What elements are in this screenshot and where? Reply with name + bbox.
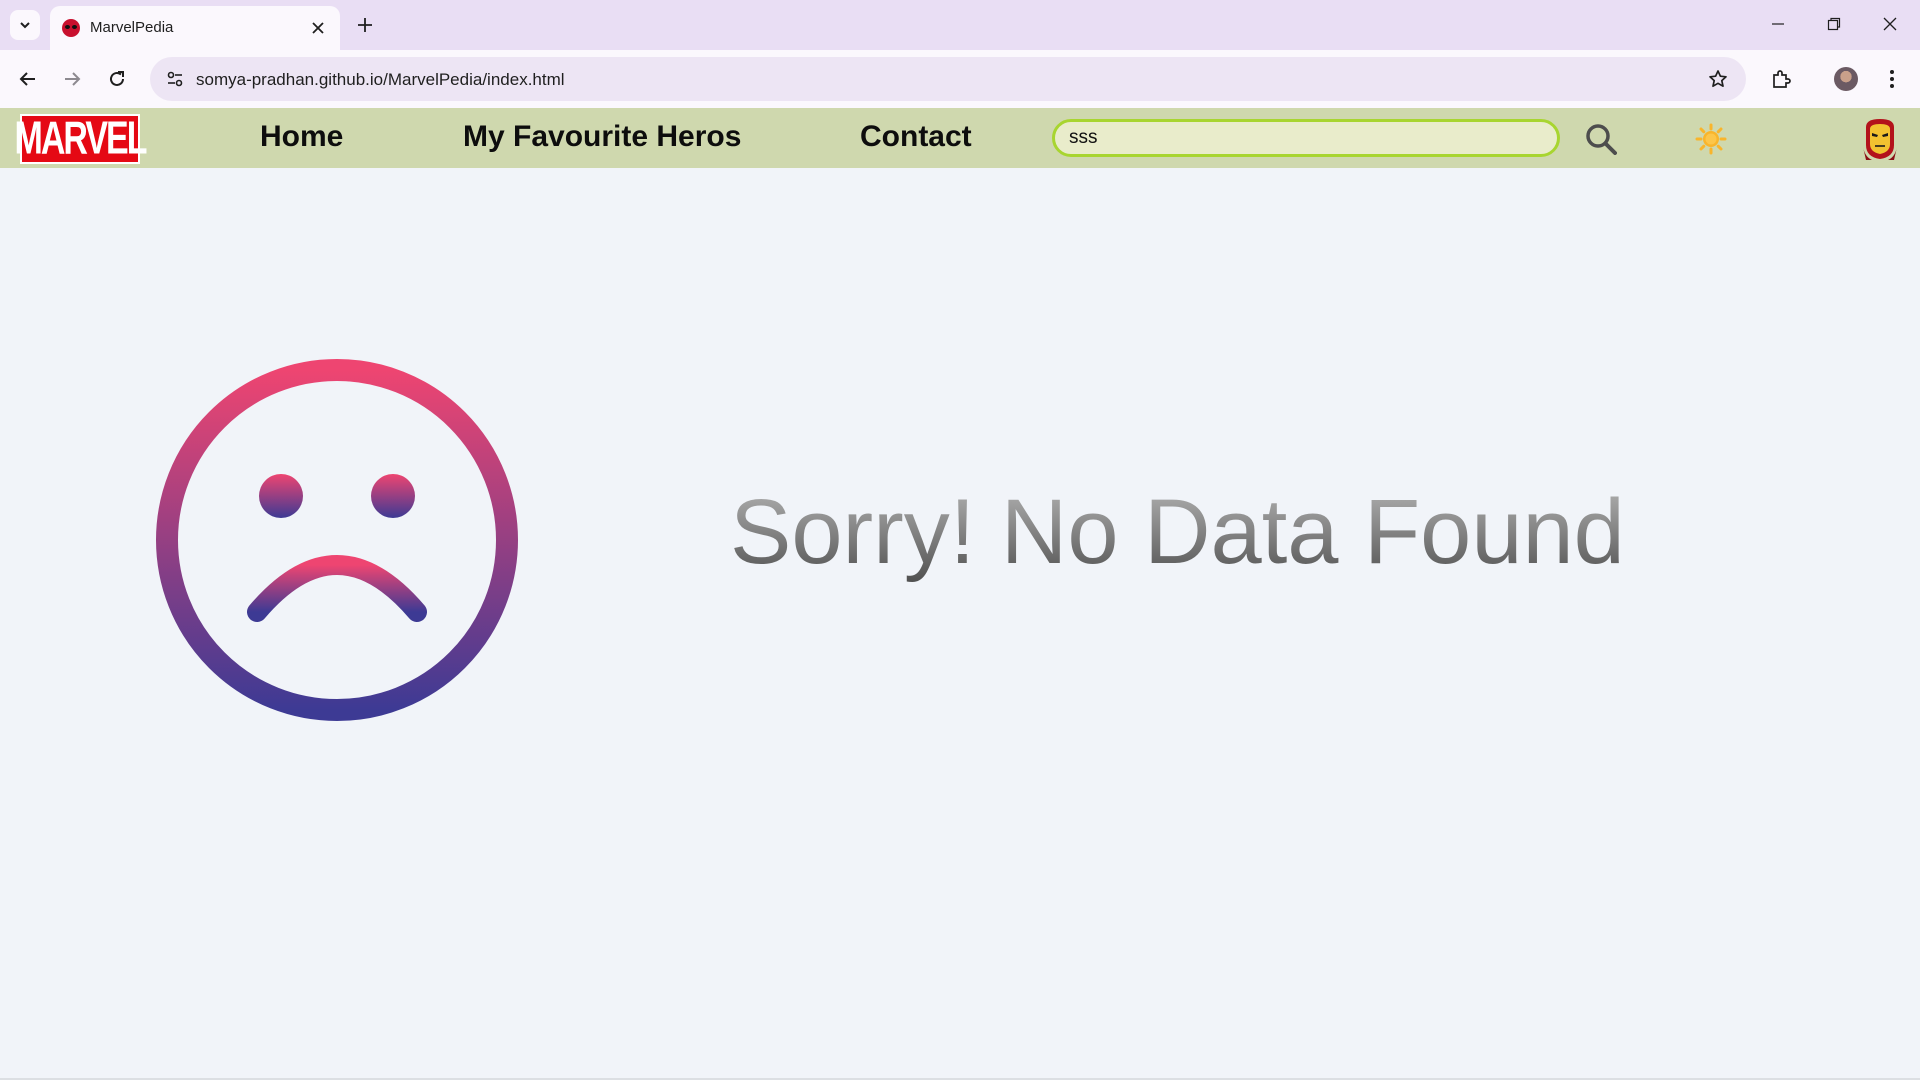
minimize-icon xyxy=(1772,23,1784,25)
chevron-down-icon xyxy=(20,22,30,29)
no-data-message: Sorry! No Data Found xyxy=(730,481,1625,583)
restore-icon xyxy=(1827,17,1841,31)
site-info-icon[interactable] xyxy=(160,64,190,94)
hero-search-input[interactable] xyxy=(1052,119,1560,157)
address-bar[interactable]: somya-pradhan.github.io/MarvelPedia/inde… xyxy=(150,57,1746,101)
magnifier-icon xyxy=(1586,124,1617,155)
reload-button[interactable] xyxy=(101,63,133,95)
forward-button[interactable] xyxy=(56,63,88,95)
menu-button[interactable] xyxy=(1876,63,1908,95)
close-window-button[interactable] xyxy=(1870,8,1910,40)
profile-avatar xyxy=(1834,67,1858,91)
browser-tab-strip: MarvelPedia xyxy=(0,0,1920,50)
arrow-right-icon xyxy=(65,72,81,86)
restore-button[interactable] xyxy=(1814,8,1854,40)
puzzle-icon xyxy=(1773,70,1791,88)
tab-close-button[interactable] xyxy=(306,16,330,40)
sun-icon xyxy=(1695,123,1727,155)
arrow-left-icon xyxy=(19,72,35,86)
marvel-logo[interactable]: MARVEL xyxy=(15,113,147,164)
search-button[interactable] xyxy=(1584,122,1618,156)
browser-tab-active[interactable]: MarvelPedia xyxy=(50,6,340,50)
minimize-button[interactable] xyxy=(1758,8,1798,40)
extensions-button[interactable] xyxy=(1765,63,1797,95)
sad-face-icon xyxy=(155,358,519,722)
right-eye xyxy=(371,474,415,518)
logo-text: MARVEL xyxy=(14,112,148,164)
kebab-menu-icon xyxy=(1890,70,1894,88)
tab-search-button[interactable] xyxy=(10,10,40,40)
deadpool-favicon-icon xyxy=(62,19,80,37)
close-window-icon xyxy=(1883,17,1897,31)
tab-title: MarvelPedia xyxy=(90,19,174,36)
reload-icon xyxy=(110,71,124,86)
theme-toggle-button[interactable] xyxy=(1694,122,1728,156)
close-icon xyxy=(312,22,324,34)
nav-favourites-link[interactable]: My Favourite Heros xyxy=(463,120,741,154)
browser-toolbar: somya-pradhan.github.io/MarvelPedia/inde… xyxy=(0,50,1920,108)
nav-home-link[interactable]: Home xyxy=(260,120,343,154)
back-button[interactable] xyxy=(12,63,44,95)
bookmark-star-icon[interactable] xyxy=(1704,65,1732,93)
iron-man-avatar-icon[interactable] xyxy=(1862,117,1898,161)
url-text[interactable]: somya-pradhan.github.io/MarvelPedia/inde… xyxy=(196,70,565,90)
profile-button[interactable] xyxy=(1830,63,1862,95)
site-header: MARVEL Home My Favourite Heros Contact xyxy=(0,108,1920,168)
nav-contact-link[interactable]: Contact xyxy=(860,120,972,154)
left-eye xyxy=(259,474,303,518)
new-tab-button[interactable] xyxy=(350,10,380,40)
plus-icon xyxy=(358,18,372,32)
